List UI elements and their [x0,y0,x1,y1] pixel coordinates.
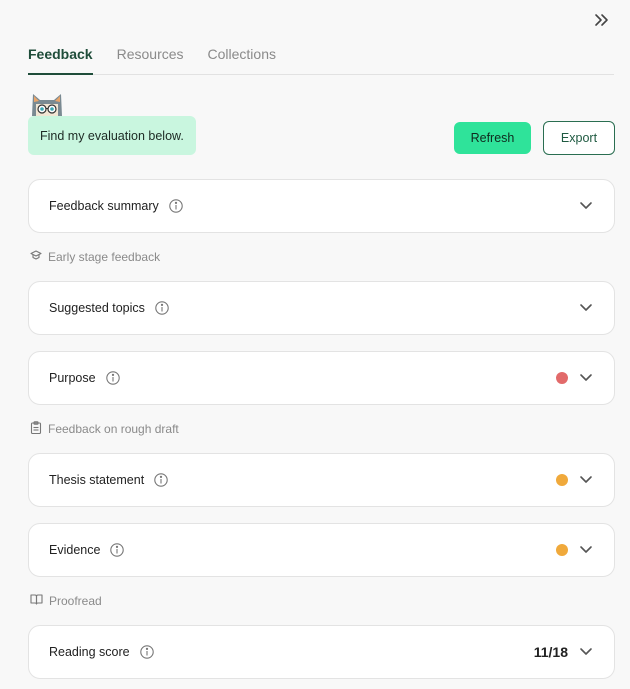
reading-score-value: 11/18 [533,644,568,660]
section-proofread: Proofread [30,593,102,608]
assistant-message: Find my evaluation below. [28,116,196,155]
book-icon [30,593,43,608]
thesis-statement-card[interactable]: Thesis statement [28,453,615,507]
graduation-cap-icon [30,249,42,264]
chevron-down-icon[interactable] [578,300,594,316]
double-chevron-right-icon[interactable] [592,10,612,30]
section-rough-draft: Feedback on rough draft [30,421,179,437]
tab-collections[interactable]: Collections [208,44,276,74]
card-title: Reading score [49,645,130,659]
status-dot [556,372,568,384]
status-dot [556,544,568,556]
info-icon[interactable] [154,473,168,487]
chevron-down-icon[interactable] [578,644,594,660]
feedback-summary-card[interactable]: Feedback summary [28,179,615,233]
clipboard-icon [30,421,42,437]
info-icon[interactable] [110,543,125,557]
tab-bar: Feedback Resources Collections [28,44,614,75]
card-title: Evidence [49,543,101,557]
section-early-stage: Early stage feedback [30,249,160,264]
section-label: Early stage feedback [48,249,161,264]
section-label: Proofread [49,593,102,608]
chevron-down-icon[interactable] [578,370,594,386]
suggested-topics-card[interactable]: Suggested topics [28,281,615,335]
section-label: Feedback on rough draft [48,422,179,436]
card-title: Purpose [49,371,96,385]
chevron-down-icon[interactable] [578,472,594,488]
reading-score-card[interactable]: Reading score 11/18 [28,625,615,679]
card-title: Thesis statement [49,473,145,487]
info-icon[interactable] [139,645,154,659]
card-title: Feedback summary [49,199,159,213]
export-button[interactable]: Export [543,121,615,155]
tab-resources[interactable]: Resources [117,44,184,74]
chevron-down-icon[interactable] [578,542,594,558]
status-dot [556,474,568,486]
purpose-card[interactable]: Purpose [28,351,615,405]
tab-feedback[interactable]: Feedback [28,44,93,75]
cat-mascot-icon [30,90,64,116]
chevron-down-icon[interactable] [578,198,594,214]
feedback-panel: Feedback Resources Collections Find my e… [0,0,630,689]
info-icon[interactable] [169,199,183,213]
refresh-button[interactable]: Refresh [454,122,531,154]
info-icon[interactable] [105,371,120,385]
card-title: Suggested topics [49,301,145,315]
info-icon[interactable] [155,301,169,315]
evidence-card[interactable]: Evidence [28,523,615,577]
